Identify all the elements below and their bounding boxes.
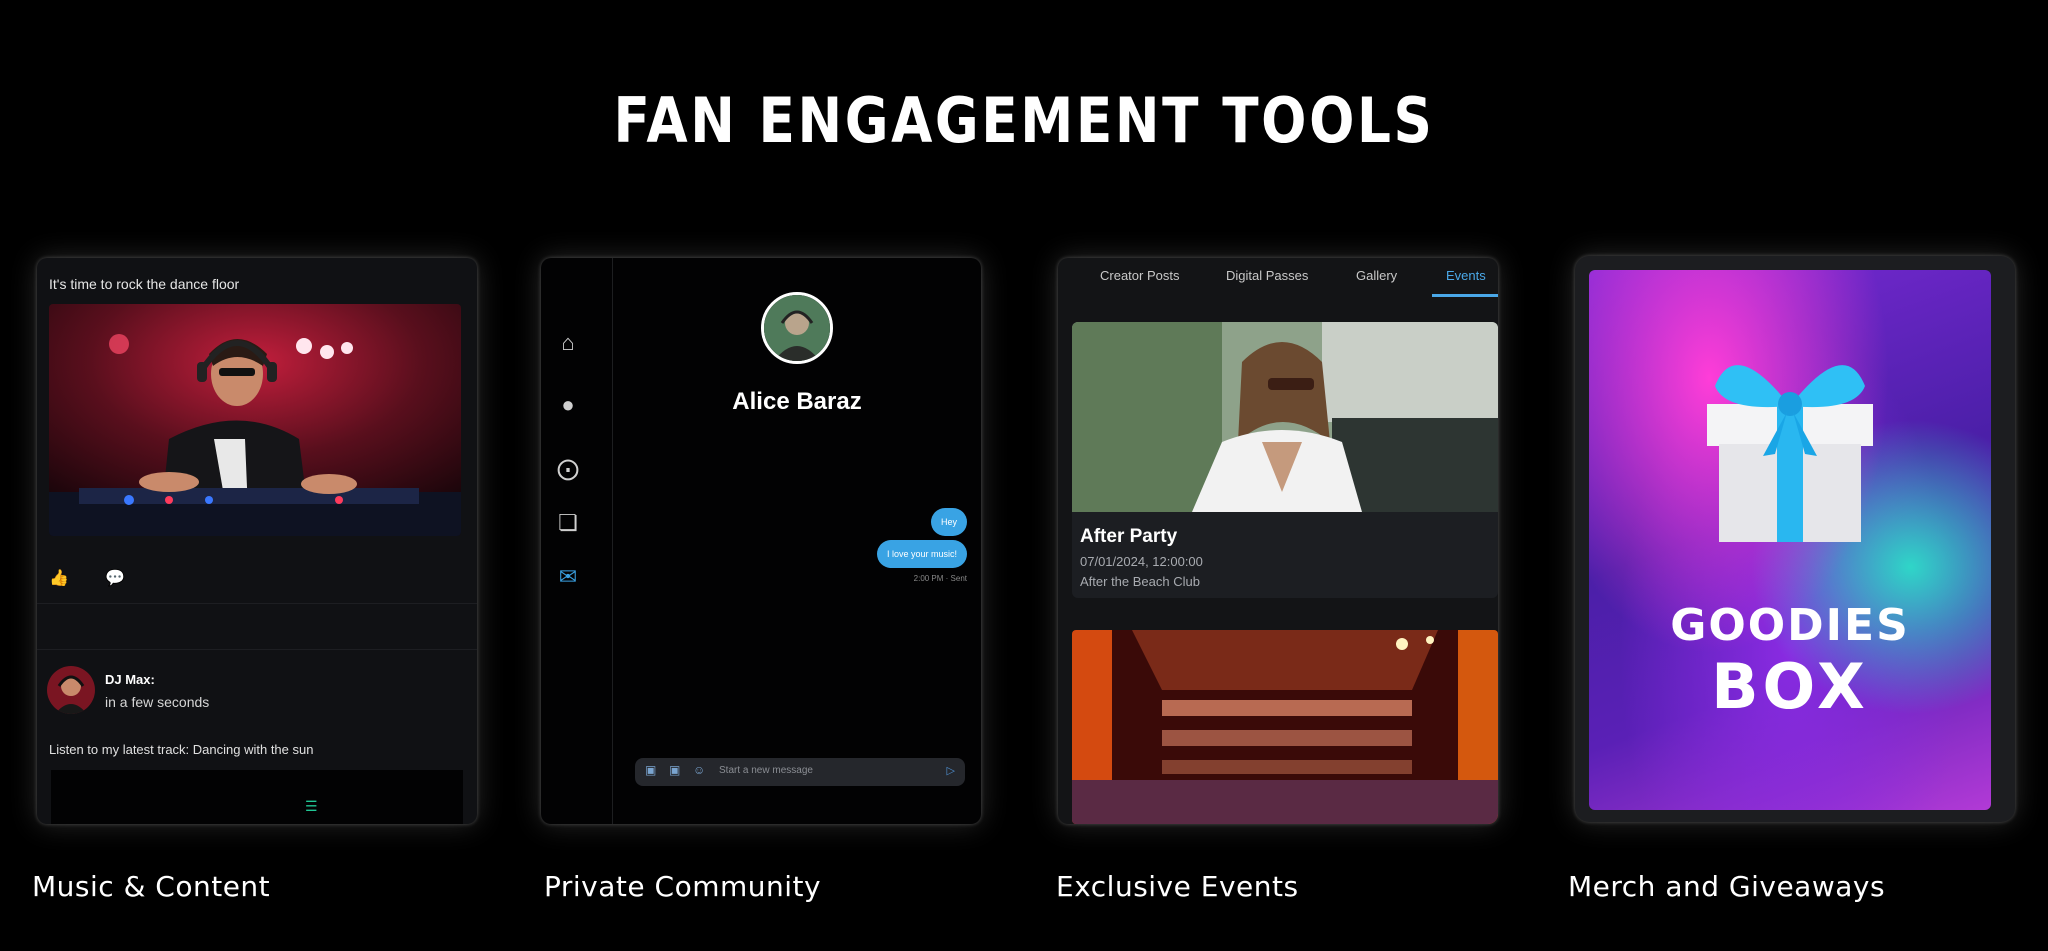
tab-creator-posts[interactable]: Creator Posts <box>1100 268 1179 283</box>
box-text: BOX <box>1711 650 1869 723</box>
user-icon[interactable]: ● <box>555 392 581 418</box>
tab-gallery[interactable]: Gallery <box>1356 268 1397 283</box>
emoji-icon[interactable]: ☺ <box>693 763 705 777</box>
tab-digital-passes[interactable]: Digital Passes <box>1226 268 1308 283</box>
comment-text: in a few seconds <box>105 694 210 710</box>
comment-icon[interactable]: 💬 <box>105 568 125 588</box>
event-title: After Party <box>1080 526 1178 547</box>
event-venue: After the Beach Club <box>1080 574 1200 589</box>
latest-track-text: Listen to my latest track: Dancing with … <box>49 742 314 757</box>
tab-events[interactable]: Events <box>1446 268 1486 283</box>
card-label-music: Music & Content <box>32 870 271 903</box>
message-bubble: I love your music! <box>876 540 967 568</box>
side-nav: ⌂ ● ⨀ ❏ ✉ <box>541 258 613 824</box>
home-icon[interactable]: ⌂ <box>555 330 581 356</box>
composer-placeholder: Start a new message <box>719 765 813 776</box>
message-meta: 2:00 PM · Sent <box>913 574 967 583</box>
goodies-text: GOODIES <box>1670 600 1910 651</box>
dj-photo <box>49 304 461 536</box>
gift-icon <box>1707 365 1873 542</box>
event-photo <box>1072 322 1498 512</box>
event-date: 07/01/2024, 12:00:00 <box>1080 554 1203 569</box>
avatar <box>761 292 833 364</box>
avatar <box>47 666 95 714</box>
card-label-community: Private Community <box>544 870 822 903</box>
post-text: It's time to rock the dance floor <box>49 276 240 292</box>
merch-giveaways-card: GOODIES BOX <box>1575 256 2015 822</box>
divider-row <box>37 604 477 650</box>
tickets-icon[interactable]: ❏ <box>555 510 581 536</box>
music-content-card: It's time to rock the dance floor 👍 💬 DJ… <box>37 258 477 824</box>
gif-icon[interactable]: ▣ <box>669 763 680 777</box>
tab-underline <box>1432 294 1498 297</box>
message-composer[interactable]: ▣ ▣ ☺ Start a new message ▷ <box>635 758 965 786</box>
exclusive-events-card: Creator Posts Digital Passes Gallery Eve… <box>1058 258 1498 824</box>
comment-author: DJ Max: <box>105 672 155 687</box>
image-icon[interactable]: ▣ <box>645 763 656 777</box>
page-title: FAN ENGAGEMENT TOOLS <box>613 84 1435 157</box>
card-label-events: Exclusive Events <box>1056 870 1299 903</box>
card-label-merch: Merch and Giveaways <box>1568 870 1886 903</box>
post-action-bar: 👍 💬 <box>37 558 477 604</box>
equalizer-icon: ☰ <box>305 798 318 814</box>
profile-name: Alice Baraz <box>732 388 862 415</box>
audio-player[interactable] <box>51 770 463 824</box>
message-bubble: Hey <box>930 508 967 536</box>
mail-icon[interactable]: ✉ <box>555 564 581 590</box>
goodies-box-image: GOODIES BOX <box>1589 270 1991 810</box>
private-community-card: ⌂ ● ⨀ ❏ ✉ Alice Baraz Hey I love your mu… <box>541 258 981 824</box>
compass-icon[interactable]: ⨀ <box>555 456 581 482</box>
event-photo[interactable] <box>1072 630 1498 824</box>
send-icon[interactable]: ▷ <box>947 764 955 777</box>
thumbs-up-icon[interactable]: 👍 <box>49 568 69 588</box>
event-card[interactable]: After Party 07/01/2024, 12:00:00 After t… <box>1072 322 1498 598</box>
